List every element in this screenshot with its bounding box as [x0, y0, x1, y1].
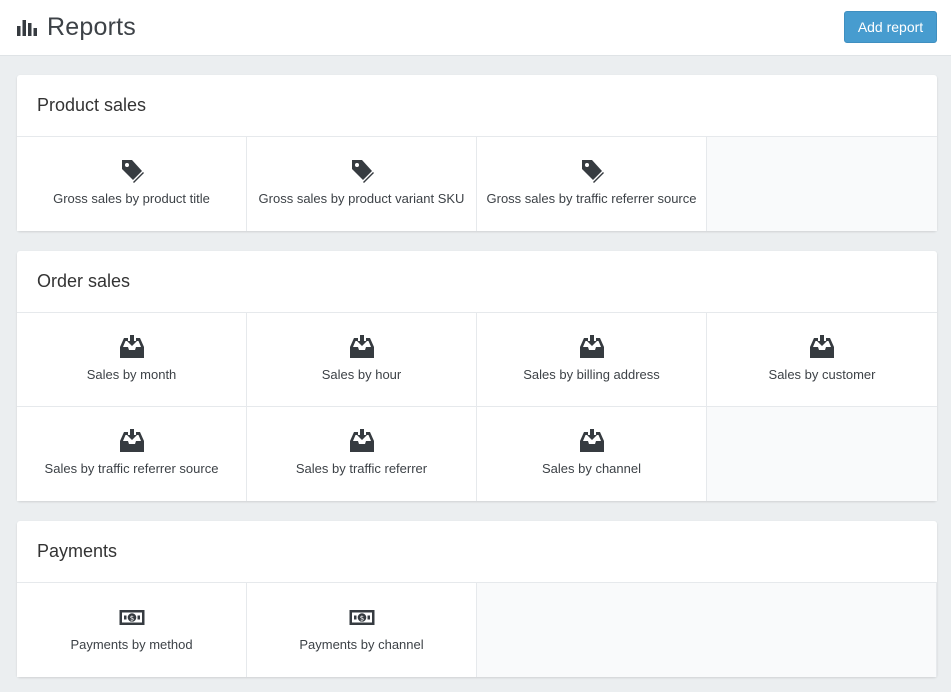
report-tile[interactable]: Sales by channel	[477, 407, 707, 501]
inbox-download-icon	[119, 333, 145, 361]
report-label: Payments by channel	[299, 637, 424, 652]
tag-icon	[579, 157, 605, 185]
report-tile[interactable]: Sales by month	[17, 313, 247, 407]
section-title: Payments	[17, 521, 937, 583]
report-label: Sales by month	[86, 367, 177, 382]
report-grid: Gross sales by product title Gross sales…	[17, 137, 937, 231]
report-tile[interactable]: Sales by traffic referrer	[247, 407, 477, 501]
report-label: Gross sales by product title	[53, 191, 210, 206]
svg-text:$: $	[129, 614, 133, 622]
page-title: Reports	[47, 12, 136, 41]
inbox-download-icon	[809, 333, 835, 361]
money-icon: $	[349, 603, 375, 631]
inbox-download-icon	[349, 333, 375, 361]
section-payments: Payments $ Payments by method $ Payments…	[17, 521, 937, 677]
empty-tile	[477, 583, 937, 677]
top-bar: Reports Add report	[0, 0, 951, 56]
report-grid: Sales by month Sales by hour Sales by bi…	[17, 313, 937, 501]
report-label: Gross sales by product variant SKU	[258, 191, 465, 206]
svg-text:$: $	[359, 614, 363, 622]
tag-icon	[349, 157, 375, 185]
report-tile[interactable]: Sales by traffic referrer source	[17, 407, 247, 501]
report-label: Gross sales by traffic referrer source	[486, 191, 697, 206]
add-report-button[interactable]: Add report	[844, 11, 937, 43]
report-grid: $ Payments by method $ Payments by chann…	[17, 583, 937, 677]
section-product-sales: Product sales Gross sales by product tit…	[17, 75, 937, 231]
empty-tile	[707, 137, 937, 231]
money-icon: $	[119, 603, 145, 631]
report-label: Sales by hour	[321, 367, 402, 382]
tag-icon	[119, 157, 145, 185]
empty-tile	[707, 407, 937, 501]
section-title: Product sales	[17, 75, 937, 137]
inbox-download-icon	[119, 427, 145, 455]
section-order-sales: Order sales Sales by month Sales by hour…	[17, 251, 937, 501]
bar-chart-icon	[17, 18, 37, 36]
report-tile[interactable]: Gross sales by product title	[17, 137, 247, 231]
report-tile[interactable]: Gross sales by traffic referrer source	[477, 137, 707, 231]
report-tile[interactable]: Gross sales by product variant SKU	[247, 137, 477, 231]
inbox-download-icon	[579, 333, 605, 361]
report-tile[interactable]: Sales by customer	[707, 313, 937, 407]
report-label: Sales by traffic referrer	[295, 461, 428, 476]
report-label: Sales by customer	[768, 367, 876, 382]
inbox-download-icon	[349, 427, 375, 455]
report-label: Sales by billing address	[523, 367, 660, 382]
report-tile[interactable]: Sales by billing address	[477, 313, 707, 407]
report-tile[interactable]: Sales by hour	[247, 313, 477, 407]
report-label: Sales by traffic referrer source	[44, 461, 219, 476]
report-label: Payments by method	[70, 637, 193, 652]
inbox-download-icon	[579, 427, 605, 455]
section-title: Order sales	[17, 251, 937, 313]
page-header: Reports	[17, 10, 136, 44]
report-label: Sales by channel	[541, 461, 641, 476]
report-tile[interactable]: $ Payments by channel	[247, 583, 477, 677]
report-tile[interactable]: $ Payments by method	[17, 583, 247, 677]
